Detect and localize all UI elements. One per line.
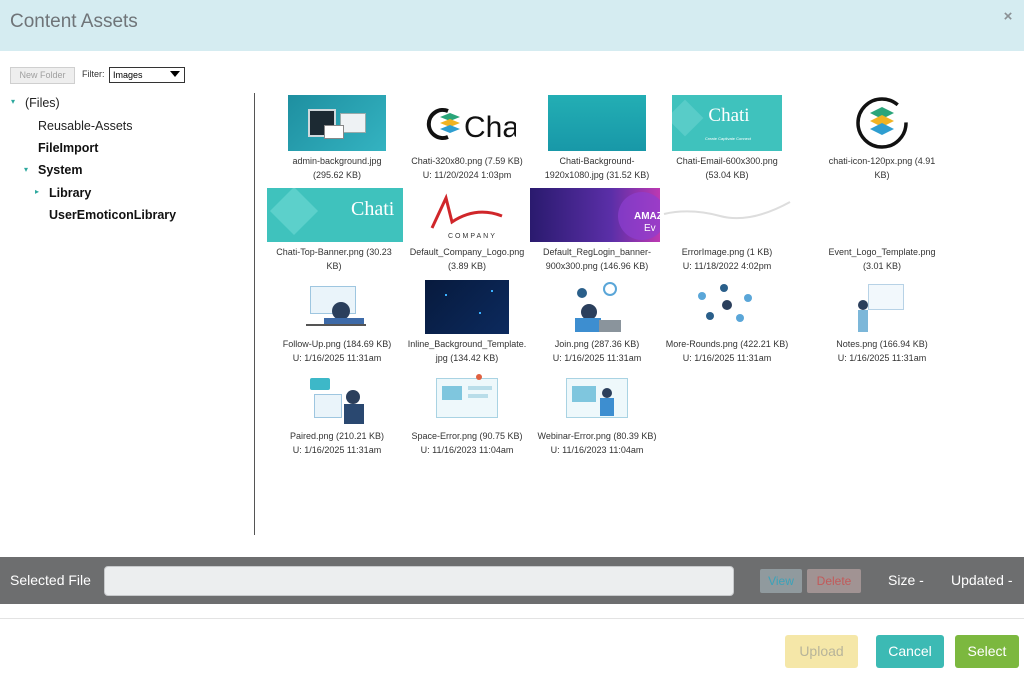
chevron-down-icon [170, 71, 180, 77]
asset-caption: Chati-320x80.png (7.59 KB) U: 11/20/2024 … [411, 156, 523, 180]
tree-node-files[interactable]: (Files) [25, 96, 60, 110]
asset-thumbnail [567, 280, 627, 334]
asset-tile[interactable]: Chati-Background- 1920x1080.jpg (31.52 KB… [530, 95, 664, 182]
asset-thumbnail [302, 372, 372, 426]
selected-file-bar: Selected File View Delete Size - Updated… [0, 557, 1024, 604]
asset-thumbnail: AMAZ Ev [530, 188, 666, 242]
tree-node-useremoticonlibrary[interactable]: UserEmoticonLibrary [49, 208, 176, 222]
asset-tile[interactable]: Chati Chati-Top-Banner.png (30.23 KB) [267, 188, 403, 273]
asset-thumbnail: Cha [418, 95, 516, 151]
asset-tile[interactable]: More-Rounds.png (422.21 KB) U: 1/16/2025 … [660, 280, 794, 365]
asset-thumbnail [562, 372, 632, 426]
asset-tile[interactable]: Follow-Up.png (184.69 KB) U: 1/16/2025 11… [270, 280, 404, 365]
selected-file-label: Selected File [10, 572, 91, 588]
asset-thumbnail [833, 188, 931, 242]
tree-node-fileimport[interactable]: FileImport [38, 141, 98, 155]
asset-tile[interactable]: Cha Chati-320x80.png (7.59 KB) U: 11/20/2… [400, 95, 534, 182]
asset-thumbnail [852, 280, 912, 334]
tree-node-system[interactable]: System [38, 163, 82, 177]
asset-caption: Space-Error.png (90.75 KB) U: 11/16/2023 … [411, 431, 523, 455]
asset-tile[interactable]: ErrorImage.png (1 KB) U: 11/18/2022 4:02p… [660, 188, 794, 273]
asset-thumbnail [288, 95, 386, 151]
content-assets-dialog: Content Assets × New Folder Filter: Imag… [0, 0, 1024, 673]
asset-tile[interactable]: COMPANY Default_Company_Logo.png (3.89 KB… [400, 188, 534, 273]
tree-node-reusable-assets[interactable]: Reusable-Assets [38, 119, 133, 133]
asset-caption: Chati-Background- 1920x1080.jpg (31.52 KB… [544, 156, 650, 180]
asset-thumbnail [548, 95, 646, 151]
new-folder-button[interactable]: New Folder [10, 67, 75, 84]
svg-text:Cha: Cha [464, 111, 516, 144]
expand-icon[interactable]: ▸ [35, 187, 39, 196]
asset-caption: Inline_Background_Template. jpg (134.42 K… [407, 339, 527, 363]
asset-tile[interactable]: Inline_Background_Template. jpg (134.42 K… [400, 280, 534, 365]
asset-caption: Chati-Email-600x300.png (53.04 KB) [676, 156, 778, 180]
asset-tile[interactable]: Notes.png (166.94 KB) U: 1/16/2025 11:31a… [815, 280, 949, 365]
asset-caption: Webinar-Error.png (80.39 KB) U: 11/16/202… [537, 431, 657, 455]
asset-thumbnail: COMPANY [418, 188, 516, 242]
size-readout: Size - [888, 572, 924, 588]
asset-caption: Notes.png (166.94 KB) U: 1/16/2025 11:31a… [836, 339, 928, 363]
asset-thumbnail: Chati Create Captivate Connect [672, 95, 782, 151]
asset-caption: Join.png (287.36 KB) U: 1/16/2025 11:31am [552, 339, 642, 363]
asset-thumbnail [660, 188, 794, 242]
asset-caption: Paired.png (210.21 KB) U: 1/16/2025 11:31… [289, 431, 385, 455]
select-button[interactable]: Select [955, 635, 1019, 668]
tree-node-library[interactable]: Library [49, 186, 91, 200]
filter-select[interactable]: Images [109, 67, 185, 83]
asset-thumbnail [692, 280, 762, 334]
asset-tile[interactable]: Paired.png (210.21 KB) U: 1/16/2025 11:31… [270, 372, 404, 457]
asset-thumbnail [425, 280, 509, 334]
asset-caption: More-Rounds.png (422.21 KB) U: 1/16/2025 … [665, 339, 789, 363]
asset-thumbnail [854, 95, 910, 151]
delete-button[interactable]: Delete [807, 569, 861, 593]
asset-caption: Follow-Up.png (184.69 KB) U: 1/16/2025 11… [282, 339, 392, 363]
asset-caption: chati-icon-120px.png (4.91 KB) [828, 156, 936, 180]
filter-value: Images [113, 70, 143, 80]
asset-thumbnail: Chati [267, 188, 403, 242]
asset-caption: admin-background.jpg (295.62 KB) [292, 156, 382, 180]
updated-readout: Updated - [951, 572, 1013, 588]
view-button[interactable]: View [760, 569, 802, 593]
asset-caption: ErrorImage.png (1 KB) U: 11/18/2022 4:02p… [681, 247, 773, 271]
collapse-icon[interactable]: ▾ [11, 97, 15, 106]
dialog-title: Content Assets [10, 11, 138, 32]
asset-tile[interactable]: AMAZ Ev Default_RegLogin_banner- 900x300.… [530, 188, 666, 273]
upload-button[interactable]: Upload [785, 635, 858, 668]
panel-divider [254, 93, 255, 535]
asset-tile[interactable]: Webinar-Error.png (80.39 KB) U: 11/16/202… [530, 372, 664, 457]
asset-caption: Default_Company_Logo.png (3.89 KB) [409, 247, 525, 271]
asset-thumbnail [302, 280, 372, 334]
close-icon[interactable]: × [1000, 9, 1016, 25]
collapse-icon[interactable]: ▾ [24, 165, 28, 174]
asset-tile[interactable]: chati-icon-120px.png (4.91 KB) [815, 95, 949, 182]
filter-label: Filter: [82, 69, 105, 79]
svg-text:COMPANY: COMPANY [448, 233, 497, 240]
asset-tile[interactable]: Chati Create Captivate Connect Chati-Ema… [660, 95, 794, 182]
dialog-header: Content Assets × [0, 0, 1024, 51]
asset-caption: Chati-Top-Banner.png (30.23 KB) [276, 247, 392, 271]
asset-caption: Default_RegLogin_banner- 900x300.png (146… [542, 247, 652, 271]
asset-thumbnail [432, 372, 502, 426]
cancel-button[interactable]: Cancel [876, 635, 944, 668]
asset-tile[interactable]: admin-background.jpg (295.62 KB) [270, 95, 404, 182]
selected-file-input[interactable] [104, 566, 734, 596]
asset-caption: Event_Logo_Template.png (3.01 KB) [828, 247, 936, 271]
asset-tile[interactable]: Join.png (287.36 KB) U: 1/16/2025 11:31am [530, 280, 664, 365]
footer-divider [0, 618, 1024, 619]
asset-tile[interactable]: Event_Logo_Template.png (3.01 KB) [815, 188, 949, 273]
asset-tile[interactable]: Space-Error.png (90.75 KB) U: 11/16/2023 … [400, 372, 534, 457]
